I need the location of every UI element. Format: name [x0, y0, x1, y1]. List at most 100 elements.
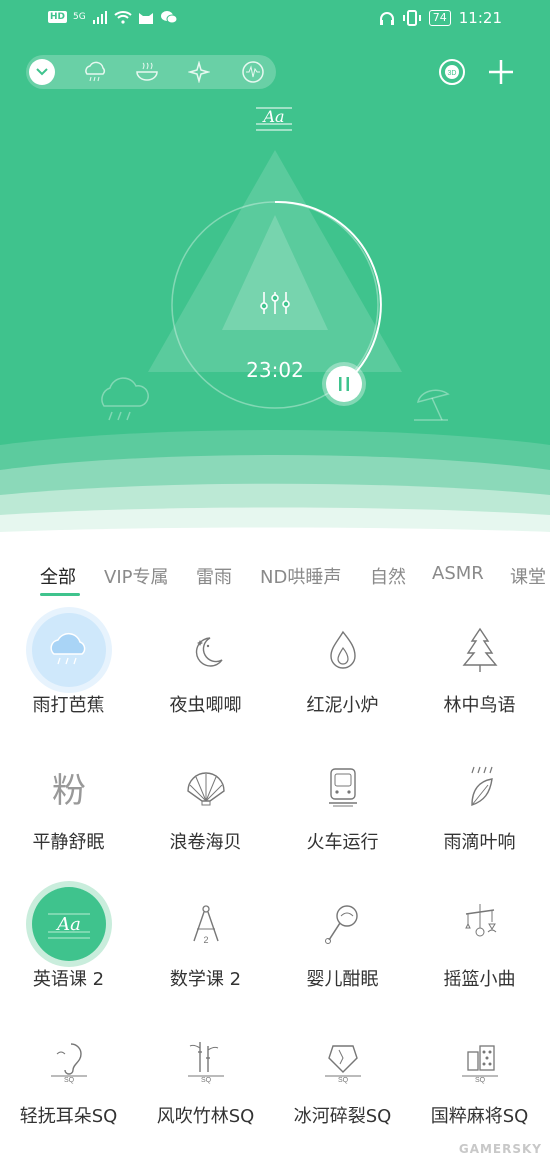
ice-sq-icon: SQ — [306, 1024, 380, 1098]
surround-3d-button[interactable]: 3D — [438, 58, 466, 86]
sparkle-scene-button[interactable] — [186, 59, 212, 85]
sound-label: 国粹麻将SQ — [430, 1106, 529, 1127]
sound-label: 英语课 2 — [32, 969, 105, 990]
pause-button[interactable] — [326, 366, 362, 402]
current-scene-icon: Aa — [254, 100, 294, 134]
tab-all[interactable]: 全部 — [40, 563, 76, 589]
headphones-icon — [379, 12, 394, 25]
svg-text:2: 2 — [203, 935, 208, 945]
tab-classroom[interactable]: 课堂 — [510, 563, 546, 589]
add-button[interactable] — [486, 57, 516, 87]
tab-vip[interactable]: VIP专属 — [104, 563, 168, 589]
english-class-icon: Aa — [256, 107, 292, 131]
sound-label: 轻抚耳朵SQ — [19, 1106, 118, 1127]
mixer-icon[interactable] — [258, 290, 292, 316]
clock: 11:21 — [458, 9, 502, 27]
svg-text:SQ: SQ — [64, 1077, 75, 1084]
svg-text:SQ: SQ — [201, 1077, 212, 1084]
category-tabs: 全部 VIP专属 雷雨 ND哄睡声 自然 ASMR 课堂 — [0, 555, 550, 605]
sound-label: 冰河碎裂SQ — [293, 1106, 392, 1127]
sound-item[interactable]: 2 数学课 2 — [137, 879, 274, 1016]
wifi-icon — [114, 11, 132, 24]
sound-item[interactable]: SQ 轻抚耳朵SQ — [0, 1016, 137, 1153]
sound-label: 婴儿酣眠 — [306, 969, 379, 990]
3d-sound-icon: 3D — [439, 59, 465, 85]
sound-item[interactable]: SQ 风吹竹林SQ — [137, 1016, 274, 1153]
moon-stars-icon — [169, 613, 243, 687]
sound-item[interactable]: SQ 冰河碎裂SQ — [274, 1016, 411, 1153]
bamboo-sq-icon: SQ — [169, 1024, 243, 1098]
tab-indicator — [40, 593, 80, 596]
sound-label: 雨滴叶响 — [443, 832, 516, 853]
sound-label: 火车运行 — [306, 832, 379, 853]
tab-nature[interactable]: 自然 — [370, 563, 406, 589]
compass-icon: 2 — [169, 887, 243, 961]
chevron-down-icon — [36, 68, 48, 76]
english-class-icon: Aa — [32, 887, 106, 961]
pause-icon — [339, 377, 349, 391]
bowl-scene-button[interactable] — [134, 59, 160, 85]
hd-indicator: HD — [48, 11, 68, 23]
rain-cloud-icon — [32, 613, 106, 687]
sound-label: 摇篮小曲 — [443, 969, 516, 990]
bowl-icon — [136, 62, 158, 81]
svg-text:3D: 3D — [448, 70, 457, 77]
train-icon — [306, 750, 380, 824]
pine-tree-icon — [443, 613, 517, 687]
sound-item[interactable]: 林中鸟语 — [411, 605, 548, 742]
svg-text:SQ: SQ — [338, 1077, 349, 1084]
sound-label: 雨打芭蕉 — [32, 695, 105, 716]
collapse-button[interactable] — [29, 59, 55, 85]
scene-switcher — [26, 55, 276, 89]
network-type: 5G — [73, 12, 86, 22]
wechat-icon — [160, 11, 178, 24]
sound-item[interactable]: 婴儿酣眠 — [274, 879, 411, 1016]
sound-item[interactable]: SQ 国粹麻将SQ — [411, 1016, 548, 1153]
sparkle-icon — [188, 61, 210, 83]
sound-label: 风吹竹林SQ — [156, 1106, 255, 1127]
vibrate-icon — [402, 10, 421, 26]
rain-leaf-icon — [443, 750, 517, 824]
sound-label: 夜虫唧唧 — [169, 695, 242, 716]
plus-icon — [489, 60, 513, 84]
sound-wave-icon — [242, 61, 264, 83]
seashell-icon — [169, 750, 243, 824]
hero-panel: HD 5G 74 11:21 3D Aa 23:02 — [0, 0, 550, 545]
ear-sq-icon: SQ — [32, 1024, 106, 1098]
sound-label: 红泥小炉 — [306, 695, 379, 716]
sound-label: 平静舒眠 — [32, 832, 105, 853]
svg-text:Aa: Aa — [261, 107, 284, 126]
sound-item[interactable]: 夜虫唧唧 — [137, 605, 274, 742]
sound-item[interactable]: Aa 英语课 2 — [0, 879, 137, 1016]
status-right: 74 11:21 — [379, 9, 502, 27]
wave-scene-button[interactable] — [240, 59, 266, 85]
sound-item[interactable]: 红泥小炉 — [274, 605, 411, 742]
sound-label: 林中鸟语 — [443, 695, 516, 716]
sound-item[interactable]: 雨打芭蕉 — [0, 605, 137, 742]
baby-rattle-icon — [306, 887, 380, 961]
sleep-timer[interactable]: 23:02 — [235, 358, 315, 382]
sound-item[interactable]: 火车运行 — [274, 742, 411, 879]
fen-character-icon: 粉 — [52, 770, 86, 811]
rain-scene-button[interactable] — [82, 59, 108, 85]
cat-app-icon — [138, 13, 153, 24]
mahjong-sq-icon: SQ — [443, 1024, 517, 1098]
status-left: HD 5G — [48, 10, 178, 24]
flame-icon — [306, 613, 380, 687]
sound-item[interactable]: 粉 平静舒眠 — [0, 742, 137, 879]
sound-label: 数学课 2 — [169, 969, 242, 990]
crib-mobile-icon — [443, 887, 517, 961]
sound-label: 浪卷海贝 — [169, 832, 242, 853]
rain-cloud-icon — [85, 61, 106, 82]
sound-item[interactable]: 雨滴叶响 — [411, 742, 548, 879]
svg-text:Aa: Aa — [55, 914, 81, 935]
signal-icon — [92, 11, 107, 24]
battery-level: 74 — [428, 10, 451, 26]
status-bar: HD 5G 74 11:21 — [0, 0, 550, 38]
svg-text:SQ: SQ — [475, 1077, 486, 1084]
tab-nd-lullaby[interactable]: ND哄睡声 — [260, 563, 341, 589]
tab-asmr[interactable]: ASMR — [432, 563, 484, 584]
sound-item[interactable]: 浪卷海贝 — [137, 742, 274, 879]
tab-thunderstorm[interactable]: 雷雨 — [196, 563, 232, 589]
sound-item[interactable]: 摇篮小曲 — [411, 879, 548, 1016]
